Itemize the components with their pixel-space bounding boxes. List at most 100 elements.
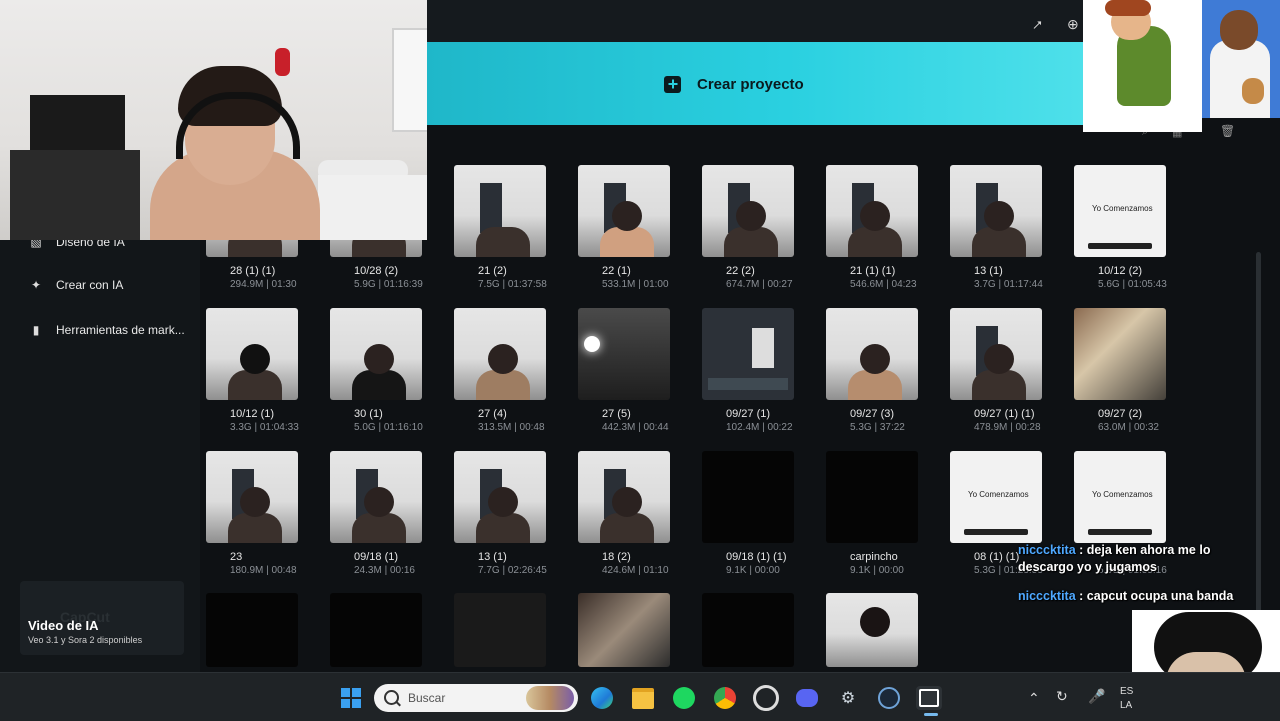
project-thumbnail bbox=[950, 308, 1042, 400]
upload-icon[interactable]: ⊕ bbox=[1067, 16, 1079, 33]
capcut-active-indicator bbox=[924, 713, 938, 716]
project-name: 21 (1) (1) bbox=[850, 265, 896, 277]
project-thumbnail bbox=[206, 451, 298, 543]
project-thumbnail bbox=[578, 308, 670, 400]
project-meta: 3.3G | 01:04:33 bbox=[230, 422, 299, 433]
language-region: LA bbox=[1120, 700, 1133, 711]
promo-subtitle: Veo 3.1 y Sora 2 disponibles bbox=[28, 635, 143, 645]
project-thumbnail bbox=[578, 593, 670, 667]
project-name: 09/18 (1) (1) bbox=[726, 551, 787, 563]
project-meta: 533.1M | 01:00 bbox=[602, 279, 669, 290]
search-icon bbox=[384, 690, 399, 705]
project-meta: 546.6M | 04:23 bbox=[850, 279, 917, 290]
chrome-icon[interactable] bbox=[712, 686, 738, 710]
microphone-icon[interactable]: 🎤 bbox=[1088, 688, 1105, 705]
settings-icon[interactable]: ⚙ bbox=[835, 686, 861, 710]
project-thumbnail bbox=[206, 308, 298, 400]
sidebar-item-label: Crear con IA bbox=[56, 278, 124, 292]
thumbnail-caption: Yo Comenzamos bbox=[968, 490, 1029, 499]
sidebar-item-marketing[interactable]: ▮ Herramientas de mark... bbox=[30, 323, 185, 337]
project-thumbnail: Yo Comenzamos bbox=[1074, 165, 1166, 257]
project-name: 10/12 (2) bbox=[1098, 265, 1143, 277]
chat-message: nicccktita : deja ken ahora me lo descar… bbox=[1018, 542, 1268, 576]
project-thumbnail: Yo Comenzamos bbox=[1074, 451, 1166, 543]
scrollbar[interactable] bbox=[1256, 252, 1261, 672]
project-meta: 5.6G | 01:05:43 bbox=[1098, 279, 1167, 290]
search-placeholder: Buscar bbox=[408, 691, 446, 705]
project-name: 10/12 (1) bbox=[230, 408, 275, 420]
project-name: 23 bbox=[230, 551, 243, 563]
project-name: 27 (4) bbox=[478, 408, 507, 420]
project-name: 10/28 (2) bbox=[354, 265, 399, 277]
project-name: 09/27 (2) bbox=[1098, 408, 1143, 420]
project-name: 22 (2) bbox=[726, 265, 755, 277]
cartoon-overlay bbox=[1202, 0, 1280, 118]
project-meta: 7.7G | 02:26:45 bbox=[478, 565, 547, 576]
promo-title: Video de IA bbox=[28, 618, 99, 633]
capcut-icon[interactable] bbox=[916, 686, 942, 710]
project-meta: 9.1K | 00:00 bbox=[726, 565, 780, 576]
file-explorer-icon[interactable] bbox=[630, 686, 656, 710]
project-meta: 63.0M | 00:32 bbox=[1098, 422, 1159, 433]
webcam-overlay bbox=[0, 0, 427, 240]
project-name: carpincho bbox=[850, 551, 898, 563]
project-meta: 102.4M | 00:22 bbox=[726, 422, 793, 433]
share-icon[interactable]: ⭧ bbox=[1033, 17, 1042, 34]
chevron-up-icon[interactable]: ⌃ bbox=[1028, 690, 1040, 707]
project-thumbnail bbox=[702, 593, 794, 667]
project-thumbnail bbox=[206, 593, 298, 667]
app-icon[interactable] bbox=[753, 685, 779, 711]
project-meta: 294.9M | 01:30 bbox=[230, 279, 297, 290]
discord-icon[interactable] bbox=[794, 686, 820, 710]
project-meta: 180.9M | 00:48 bbox=[230, 565, 297, 576]
project-name: 09/18 (1) bbox=[354, 551, 399, 563]
cartoon-overlay bbox=[1083, 0, 1202, 132]
project-thumbnail: Yo Comenzamos bbox=[950, 451, 1042, 543]
project-meta: 5.3G | 37:22 bbox=[850, 422, 905, 433]
project-meta: 5.0G | 01:16:10 bbox=[354, 422, 423, 433]
project-meta: 442.3M | 00:44 bbox=[602, 422, 669, 433]
project-thumbnail bbox=[826, 593, 918, 667]
project-name: 18 (2) bbox=[602, 551, 631, 563]
project-thumbnail bbox=[578, 451, 670, 543]
project-name: 28 (1) (1) bbox=[230, 265, 276, 277]
project-thumbnail bbox=[1074, 308, 1166, 400]
windows-start-icon[interactable] bbox=[338, 686, 364, 710]
project-name: 09/27 (1) (1) bbox=[974, 408, 1035, 420]
project-thumbnail bbox=[950, 165, 1042, 257]
project-thumbnail bbox=[702, 308, 794, 400]
project-meta: 5.9G | 01:16:39 bbox=[354, 279, 423, 290]
search-highlight-art bbox=[526, 686, 574, 710]
project-thumbnail bbox=[702, 165, 794, 257]
sidebar-item-label: Herramientas de mark... bbox=[56, 323, 185, 337]
project-thumbnail bbox=[454, 165, 546, 257]
project-meta: 24.3M | 00:16 bbox=[354, 565, 415, 576]
taskbar-search[interactable]: Buscar bbox=[374, 684, 578, 712]
project-name: 13 (1) bbox=[478, 551, 507, 563]
ai-video-promo-card[interactable]: CapCut Video de IA Veo 3.1 y Sora 2 disp… bbox=[20, 581, 184, 655]
spotify-icon[interactable] bbox=[671, 686, 697, 710]
create-project-button[interactable]: Crear proyecto bbox=[664, 72, 804, 96]
tag-icon: ▮ bbox=[32, 323, 40, 337]
chat-message: nicccktita : capcut ocupa una banda bbox=[1018, 588, 1278, 605]
project-meta: 478.9M | 00:28 bbox=[974, 422, 1041, 433]
project-name: 08 (1) (1) bbox=[974, 551, 1020, 563]
sparkle-icon: ✦ bbox=[30, 278, 42, 292]
edge-icon[interactable] bbox=[589, 686, 615, 710]
steam-icon[interactable] bbox=[876, 686, 902, 710]
sync-icon[interactable]: ↻ bbox=[1056, 688, 1068, 705]
language-indicator[interactable]: ES bbox=[1120, 686, 1133, 697]
project-name: 09/27 (3) bbox=[850, 408, 895, 420]
thumbnail-caption: Yo Comenzamos bbox=[1092, 204, 1153, 213]
project-thumbnail bbox=[826, 451, 918, 543]
project-meta: 7.5G | 01:37:58 bbox=[478, 279, 547, 290]
project-meta: 424.6M | 01:10 bbox=[602, 565, 669, 576]
sidebar-item-crear-ia[interactable]: ✦ Crear con IA bbox=[30, 278, 123, 292]
project-thumbnail bbox=[330, 593, 422, 667]
project-thumbnail bbox=[702, 451, 794, 543]
thumbnail-caption: Yo Comenzamos bbox=[1092, 490, 1153, 499]
project-meta: 313.5M | 00:48 bbox=[478, 422, 545, 433]
chat-text: : capcut ocupa una banda bbox=[1079, 589, 1234, 603]
create-project-label: Crear proyecto bbox=[697, 75, 804, 93]
project-thumbnail bbox=[454, 593, 546, 667]
